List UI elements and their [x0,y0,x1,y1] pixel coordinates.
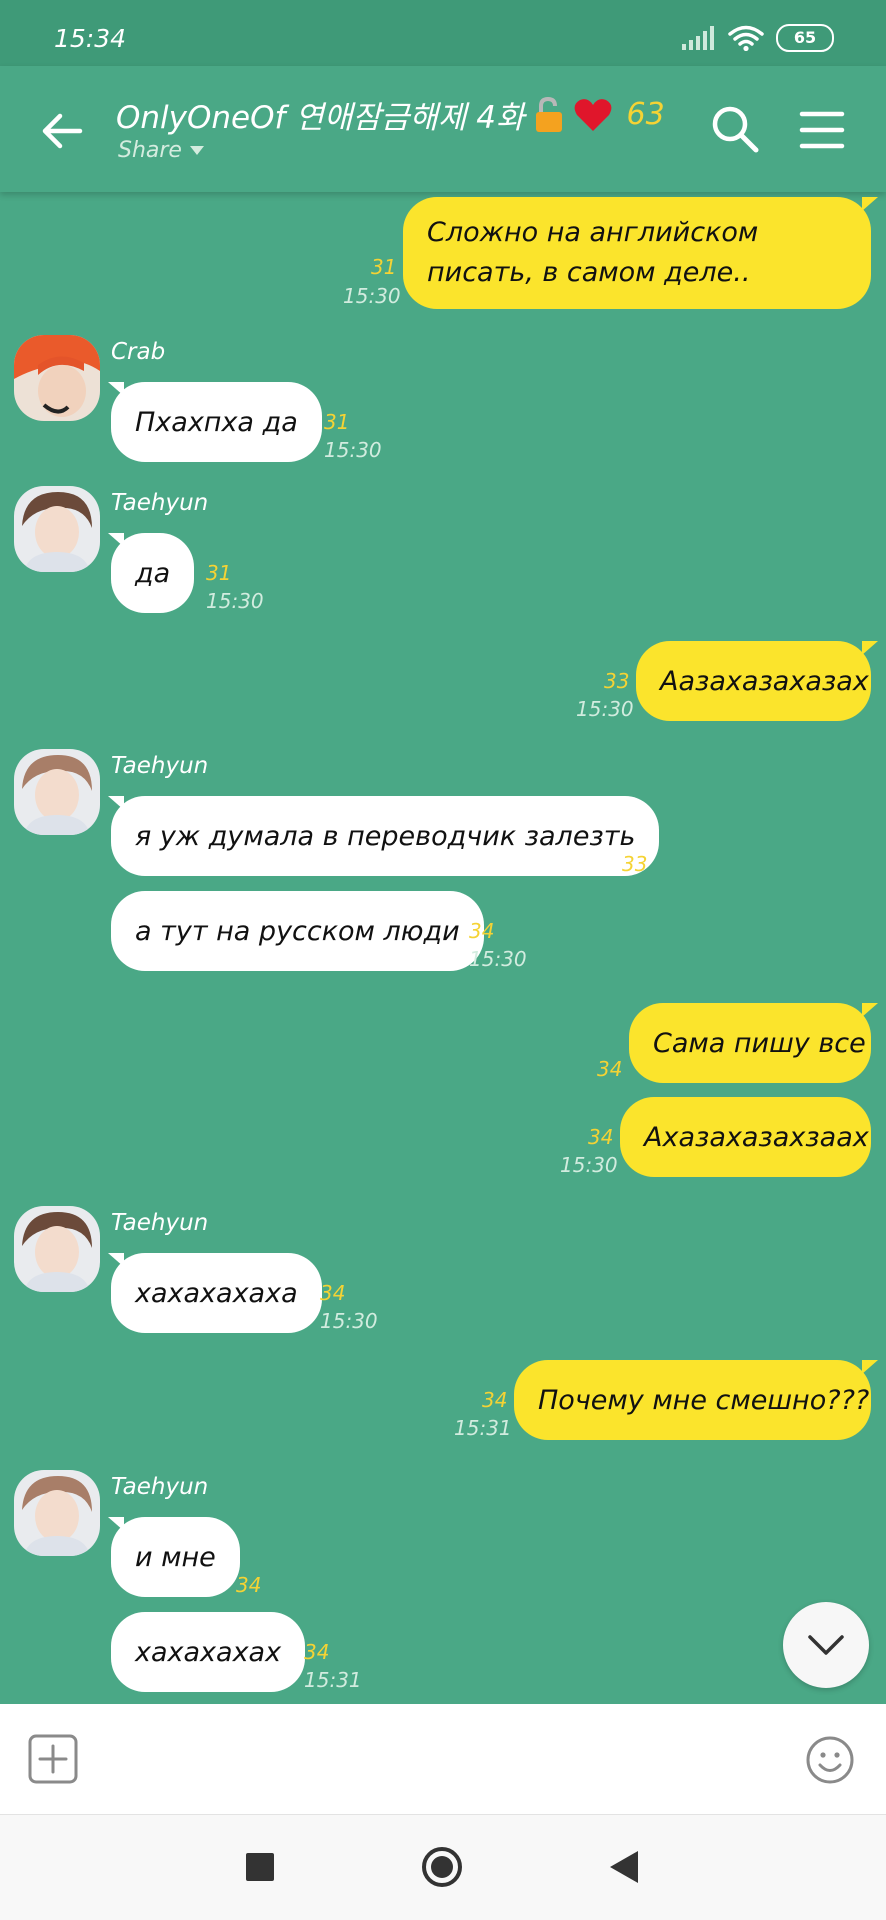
bubble-tail [108,1253,124,1267]
read-count: 34 [482,1388,508,1412]
emoticon-icon[interactable] [804,1734,856,1786]
scroll-to-bottom-button[interactable] [783,1602,869,1688]
read-count: 34 [304,1640,330,1664]
share-dropdown[interactable]: Share [118,138,204,163]
share-label: Share [118,138,182,163]
their-message-bubble[interactable]: Пхахпха да [111,382,322,462]
their-message-bubble[interactable]: хахахахаха [111,1253,322,1333]
their-message-bubble[interactable]: я уж думала в переводчик залезть [111,796,660,876]
message-list[interactable]: Сложно на английском писать, в самом дел… [0,192,886,1704]
message-input-bar [0,1704,886,1815]
avatar-taehyun[interactable] [14,486,100,572]
bubble-tail [862,641,878,655]
battery-icon: 65 [776,24,834,52]
read-count: 31 [206,561,232,585]
my-message-bubble[interactable]: Почему мне смешно??? [514,1360,871,1440]
home-icon[interactable] [421,1846,463,1888]
message-time: 15:31 [304,1668,362,1692]
my-message-bubble[interactable]: Сама пишу все [629,1003,871,1083]
avatar-taehyun[interactable] [14,749,100,835]
back-arrow-icon[interactable] [36,102,94,160]
sender-name: Crab [111,339,166,365]
read-count: 34 [588,1125,614,1149]
message-time: 15:30 [324,438,382,462]
chat-title-row[interactable]: OnlyOneOf 연애잠금해제 4화 63 [116,92,665,137]
message-time: 15:30 [560,1153,618,1177]
message-time: 15:30 [320,1309,378,1333]
status-bar: 15:34 65 [0,0,886,66]
read-count: 33 [604,669,630,693]
read-count: 34 [597,1057,623,1081]
message-time: 15:30 [343,284,401,308]
read-count: 33 [622,852,648,876]
chat-title: OnlyOneOf 연애잠금해제 4화 [116,100,525,136]
read-count: 31 [324,410,350,434]
sender-name: Taehyun [111,1210,209,1236]
bubble-tail [108,382,124,396]
message-time: 15:30 [576,697,634,721]
wifi-icon [728,25,764,51]
system-nav-bar [0,1815,886,1920]
red-heart-icon [574,98,611,131]
sender-name: Taehyun [111,1474,209,1500]
chat-header: OnlyOneOf 연애잠금해제 4화 63 Share [0,66,886,192]
my-message-bubble[interactable]: Аазахазахазах [636,641,871,721]
member-count: 63 [626,97,665,132]
signal-icon [682,26,714,50]
recents-icon[interactable] [246,1853,274,1881]
open-lock-icon [535,96,562,132]
my-message-bubble[interactable]: Ахазахазахзаах [620,1097,871,1177]
add-attachment-icon[interactable] [28,1734,78,1784]
bubble-tail [862,197,878,211]
their-message-bubble[interactable]: и мне [111,1517,240,1597]
status-time: 15:34 [54,24,127,53]
back-triangle-icon[interactable] [608,1849,640,1885]
message-time: 15:31 [454,1416,512,1440]
avatar-taehyun[interactable] [14,1470,100,1556]
sender-name: Taehyun [111,490,209,516]
read-count: 34 [320,1281,346,1305]
bubble-tail [108,533,124,547]
message-time: 15:30 [469,947,527,971]
my-message-bubble[interactable]: Сложно на английском писать, в самом дел… [403,197,871,309]
their-message-bubble[interactable]: хахахахах [111,1612,306,1692]
caret-down-icon [189,145,204,155]
bubble-tail [862,1003,878,1017]
read-count: 34 [236,1573,262,1597]
message-time: 15:30 [206,589,264,613]
their-message-bubble[interactable]: а тут на русском люди [111,891,484,971]
avatar-crab[interactable] [14,335,100,421]
avatar-taehyun[interactable] [14,1206,100,1292]
status-icons: 65 [682,24,834,52]
bubble-tail [108,796,124,810]
read-count: 34 [469,919,495,943]
bubble-tail [862,1360,878,1374]
sender-name: Taehyun [111,753,209,779]
menu-icon[interactable] [798,106,846,154]
read-count: 31 [371,255,397,279]
chevron-down-icon [808,1635,844,1655]
bubble-tail [108,1517,124,1531]
search-icon[interactable] [708,102,762,156]
